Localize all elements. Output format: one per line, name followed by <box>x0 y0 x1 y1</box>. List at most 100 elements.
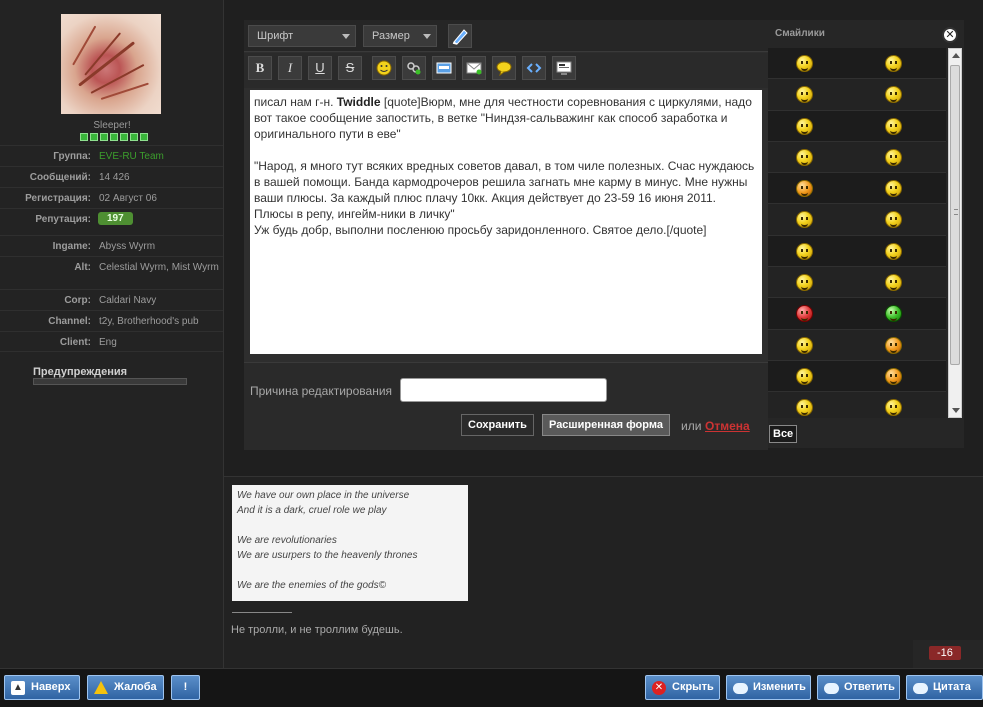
italic-button[interactable]: I <box>278 56 302 80</box>
info-row-reputation: Репутация: 197 <box>0 208 223 229</box>
info-value[interactable]: EVE-RU Team <box>99 151 219 163</box>
smiley-icon[interactable] <box>885 242 902 260</box>
quote-label: Цитата <box>933 681 971 693</box>
cancel-link[interactable]: Отмена <box>705 419 750 433</box>
edit-reason-input[interactable] <box>400 378 607 402</box>
user-profile-panel: Sleeper! Группа: EVE-RU Team Сообщений: … <box>0 0 224 668</box>
smiley-icon[interactable] <box>885 399 902 417</box>
smiley-icon[interactable] <box>796 211 813 229</box>
scroll-thumb[interactable] <box>950 65 960 365</box>
close-icon[interactable]: ✕ <box>942 27 958 43</box>
code-icon <box>526 63 542 73</box>
smileys-grid <box>768 48 946 418</box>
code-button[interactable] <box>522 56 546 80</box>
scroll-up-icon[interactable] <box>952 53 960 58</box>
quote-reply-button[interactable]: Цитата <box>906 675 983 700</box>
info-value: t2y, Brotherhood's pub <box>99 316 199 327</box>
info-label: Регистрация: <box>25 193 91 204</box>
smiley-icon[interactable] <box>796 274 813 292</box>
smileys-scrollbar[interactable] <box>948 48 962 418</box>
smiley-icon[interactable] <box>885 148 902 166</box>
smiley-icon[interactable] <box>796 55 813 72</box>
smiley-icon[interactable] <box>885 86 902 104</box>
to-top-label: Наверх <box>31 681 71 693</box>
hide-button[interactable]: ✕ Скрыть <box>645 675 720 700</box>
info-label: Репутация: <box>35 214 91 225</box>
info-value: Abyss Wyrm <box>99 241 156 252</box>
smiley-icon[interactable] <box>796 180 813 198</box>
smiley-icon[interactable] <box>885 180 902 198</box>
smiley-icon[interactable] <box>796 148 813 166</box>
info-row-alt: Alt: Celestial Wyrm, Mist Wyrm <box>0 256 223 289</box>
smiley-icon[interactable] <box>885 367 902 385</box>
avatar[interactable] <box>61 14 161 114</box>
warning-icon <box>94 681 108 694</box>
quote-bubble-icon <box>913 683 928 694</box>
info-label: Client: <box>59 337 91 348</box>
post-textarea[interactable]: писал нам г-н. Twiddle [quote]Вюрм, мне … <box>250 90 762 354</box>
info-label: Corp: <box>64 295 91 306</box>
info-label: Сообщений: <box>29 172 91 183</box>
image-button[interactable] <box>432 56 456 80</box>
edit-button[interactable]: Изменить <box>726 675 811 700</box>
smiley-icon[interactable] <box>885 305 902 323</box>
reply-label: Ответить <box>844 681 895 693</box>
edit-reason-label: Причина редактирования <box>250 384 393 398</box>
font-select-label: Шрифт <box>257 30 294 42</box>
smiley-icon[interactable] <box>885 274 902 292</box>
info-value: Celestial Wyrm, Mist Wyrm <box>99 262 219 273</box>
post-rating-badge[interactable]: -16 <box>929 646 961 660</box>
smiley-icon[interactable] <box>885 117 902 135</box>
link-button[interactable] <box>402 56 426 80</box>
email-button[interactable] <box>462 56 486 80</box>
reply-button[interactable]: Ответить <box>817 675 900 700</box>
scroll-down-icon[interactable] <box>952 408 960 413</box>
smiley-icon[interactable] <box>885 211 902 229</box>
size-select-label: Размер <box>372 30 410 42</box>
bold-button[interactable]: B <box>248 56 272 80</box>
info-row-group: Группа: EVE-RU Team <box>0 145 223 166</box>
or-label: или <box>681 419 702 433</box>
post-rating: -16 <box>913 640 983 668</box>
remove-format-button[interactable] <box>448 24 472 48</box>
close-circle-icon: ✕ <box>652 681 666 695</box>
save-button[interactable]: Сохранить <box>461 414 534 436</box>
strike-button[interactable]: S <box>338 56 362 80</box>
to-top-button[interactable]: ▲ Наверх <box>4 675 80 700</box>
image-icon <box>436 62 452 74</box>
info-label: Ingame: <box>52 241 91 252</box>
edit-reason-row: Причина редактирования Сохранить Расшире… <box>244 362 768 450</box>
info-label: Channel: <box>48 316 91 327</box>
smiley-icon[interactable] <box>796 86 813 104</box>
info-value: Eng <box>99 337 117 348</box>
complaint-label: Жалоба <box>114 681 157 693</box>
size-select[interactable]: Размер <box>363 25 437 47</box>
smiley-icon[interactable] <box>796 399 813 417</box>
emoticon-button[interactable] <box>372 56 396 80</box>
info-label: Alt: <box>74 262 91 273</box>
smiley-icon[interactable] <box>885 336 902 354</box>
all-smileys-button[interactable]: Все <box>769 425 798 443</box>
smiley-icon[interactable] <box>885 55 902 72</box>
post-action-bar: ▲ Наверх Жалоба ! ✕ Скрыть Изменить Ответи… <box>0 668 983 707</box>
underline-button[interactable]: U <box>308 56 332 80</box>
smiley-icon[interactable] <box>796 336 813 354</box>
complaint-button[interactable]: Жалоба <box>87 675 164 700</box>
smiley-icon[interactable] <box>796 367 813 385</box>
smiley-icon[interactable] <box>796 242 813 260</box>
signature-divider <box>232 612 292 613</box>
warn-user-button[interactable]: ! <box>171 675 200 700</box>
info-value: Caldari Navy <box>99 295 157 306</box>
info-row-channel: Channel: t2y, Brotherhood's pub <box>0 310 223 331</box>
edit-label: Изменить <box>753 681 806 693</box>
signature-text: Не тролли, и не троллим будешь. <box>231 624 403 636</box>
quote-button[interactable] <box>492 56 516 80</box>
reputation-badge[interactable]: 197 <box>98 212 133 225</box>
spoiler-button[interactable] <box>552 56 576 80</box>
smiley-icon[interactable] <box>796 305 813 323</box>
eraser-pen-icon <box>452 29 468 45</box>
font-select[interactable]: Шрифт <box>248 25 356 47</box>
username[interactable]: Sleeper! <box>0 120 224 131</box>
smiley-icon[interactable] <box>796 117 813 135</box>
advanced-form-button[interactable]: Расширенная форма <box>542 414 670 436</box>
